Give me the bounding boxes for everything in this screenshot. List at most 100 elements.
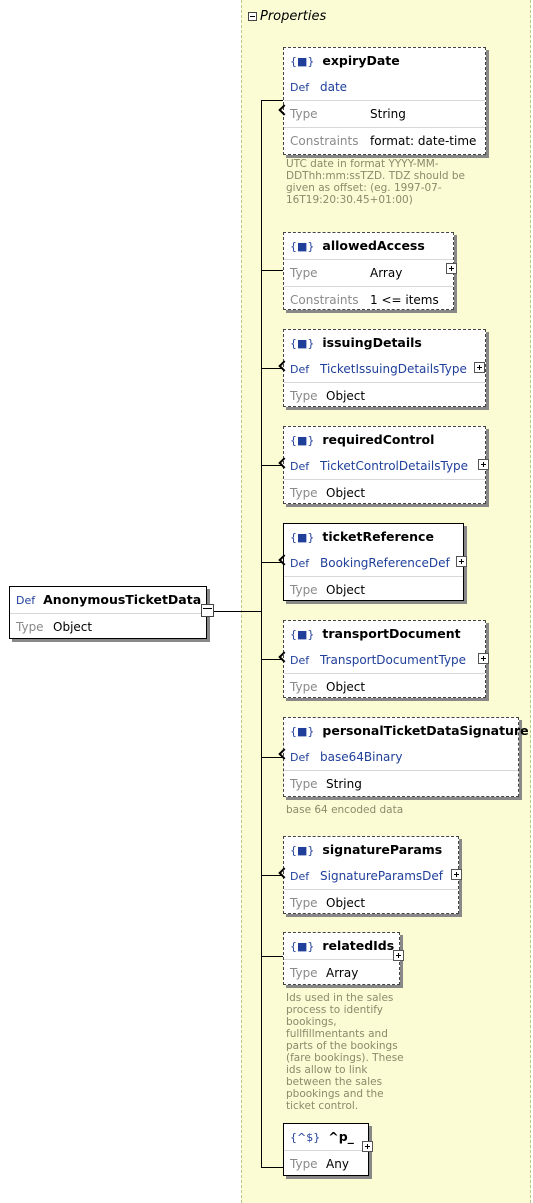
type-label: Type [16, 620, 44, 634]
object-icon: {■} [290, 434, 315, 447]
property-name: issuingDetails [322, 335, 422, 350]
type-value: Object [53, 620, 93, 634]
def-value[interactable]: SignatureParamsDef [320, 869, 443, 883]
type-value: String [370, 107, 406, 121]
type-value: Object [326, 583, 366, 597]
root-name: AnonymousTicketData [43, 592, 202, 607]
property-box-signatureParams[interactable]: {■} signatureParams Def SignatureParamsDef… [278, 836, 459, 914]
title-row: {■} transportDocument [284, 621, 485, 647]
def-row: Def TicketIssuingDetailsType [284, 356, 485, 382]
type-label: Type [290, 389, 318, 403]
collapse-icon[interactable] [248, 12, 257, 21]
root-box[interactable]: Def AnonymousTicketData Type Object [9, 586, 207, 639]
def-badge: Def [290, 557, 310, 570]
property-box-requiredControl[interactable]: {■} requiredControl Def TicketControlDetai… [278, 426, 486, 506]
title-row: {■} signatureParams [284, 837, 458, 863]
def-row: Def TransportDocumentType [284, 647, 485, 673]
title-row: {■} allowedAccess [284, 233, 453, 259]
expand-icon[interactable] [474, 362, 485, 373]
branch-personalTicketDataSignature [261, 757, 283, 758]
property-box-ticketReference[interactable]: {■} ticketReference Def BookingReferenceDe… [278, 523, 464, 603]
branch-pattern [261, 1167, 283, 1168]
type-value: Any [326, 1157, 349, 1171]
type-label: Type [290, 486, 318, 500]
property-name: transportDocument [322, 626, 461, 641]
def-badge: Def [16, 594, 36, 607]
object-icon: {■} [290, 531, 315, 544]
object-icon: {■} [290, 725, 315, 738]
def-badge: Def [290, 870, 310, 883]
type-row: Type Object [284, 576, 463, 603]
def-badge: Def [290, 751, 310, 764]
property-box-pattern[interactable]: {^$} ^p_ Type Any [283, 1123, 369, 1176]
property-box-relatedIds[interactable]: {■} relatedIds Type Array [283, 932, 400, 985]
object-icon: {■} [290, 240, 315, 253]
title-row: {■} issuingDetails [284, 330, 485, 356]
property-name: ^p_ [328, 1129, 354, 1144]
property-box-transportDocument[interactable]: {■} transportDocument Def TransportDocumen… [278, 620, 486, 698]
type-row: Type Object [284, 479, 485, 506]
type-value: Object [326, 680, 366, 694]
property-box-allowedAccess[interactable]: {■} allowedAccess Type Array Constraints 1 … [283, 232, 454, 310]
type-value: Object [326, 486, 366, 500]
object-icon: {■} [290, 940, 315, 953]
title-row: {■} personalTicketDataSignature [284, 718, 529, 744]
description-relatedIds: Ids used in the sales process to identif… [286, 992, 404, 1112]
branch-allowedAccess [261, 270, 283, 271]
trunk-line [261, 100, 262, 1168]
type-row: Type Array [284, 959, 399, 986]
def-row: Def date [284, 74, 485, 100]
constraints-row: Constraints 1 <= items [284, 286, 453, 313]
def-value[interactable]: base64Binary [320, 750, 402, 764]
expand-icon[interactable] [451, 869, 462, 880]
def-row: Def SignatureParamsDef [284, 863, 458, 889]
type-value: Object [326, 896, 366, 910]
type-value: Array [370, 266, 403, 280]
branch-relatedIds [261, 956, 283, 957]
type-row: Type Array [284, 259, 453, 286]
type-label: Type [290, 583, 318, 597]
branch-expiryDate [261, 100, 283, 101]
expand-icon[interactable] [393, 950, 404, 961]
expand-icon[interactable] [456, 556, 467, 567]
root-collapse-icon[interactable] [201, 604, 214, 617]
properties-header[interactable]: Properties [248, 9, 326, 24]
def-row: Def TicketControlDetailsType [284, 453, 485, 479]
root-type-row: Type Object [10, 613, 206, 640]
title-row: {■} relatedIds [284, 933, 399, 959]
def-value[interactable]: date [320, 80, 347, 94]
type-row: Type Any [284, 1150, 368, 1177]
def-value[interactable]: TransportDocumentType [320, 653, 466, 667]
root-title-row: Def AnonymousTicketData [10, 587, 206, 613]
def-value[interactable]: BookingReferenceDef [320, 556, 450, 570]
def-badge: Def [290, 81, 310, 94]
property-name: personalTicketDataSignature [322, 723, 529, 738]
type-label: Type [290, 1157, 318, 1171]
def-value[interactable]: TicketIssuingDetailsType [320, 362, 467, 376]
property-name: requiredControl [322, 432, 435, 447]
property-box-issuingDetails[interactable]: {■} issuingDetails Def TicketIssuingDetail… [278, 329, 486, 409]
constraints-value: 1 <= items [370, 293, 439, 307]
expand-icon[interactable] [446, 263, 457, 274]
constraints-label: Constraints [290, 134, 359, 148]
type-row: Type String [284, 100, 485, 127]
description-personalTicketDataSignature: base 64 encoded data [286, 804, 404, 816]
properties-label: Properties [260, 9, 327, 24]
expand-icon[interactable] [362, 1141, 373, 1152]
def-value[interactable]: TicketControlDetailsType [320, 459, 468, 473]
expand-icon[interactable] [478, 653, 489, 664]
type-label: Type [290, 896, 318, 910]
property-name: signatureParams [322, 842, 443, 857]
expand-icon[interactable] [478, 459, 489, 470]
type-value: Object [326, 389, 366, 403]
title-row: {^$} ^p_ [284, 1124, 368, 1150]
type-label: Type [290, 777, 318, 791]
object-icon: {■} [290, 337, 315, 350]
pattern-icon: {^$} [290, 1131, 321, 1144]
property-box-personalTicketDataSignature[interactable]: {■} personalTicketDataSignature Def base64… [278, 717, 529, 797]
def-row: Def base64Binary [284, 744, 518, 770]
title-row: {■} expiryDate [284, 48, 485, 74]
type-row: Type Object [284, 382, 485, 409]
property-name: relatedIds [322, 938, 395, 953]
property-box-expiryDate[interactable]: {■} expiryDate Def date Type String Constra… [278, 47, 486, 155]
